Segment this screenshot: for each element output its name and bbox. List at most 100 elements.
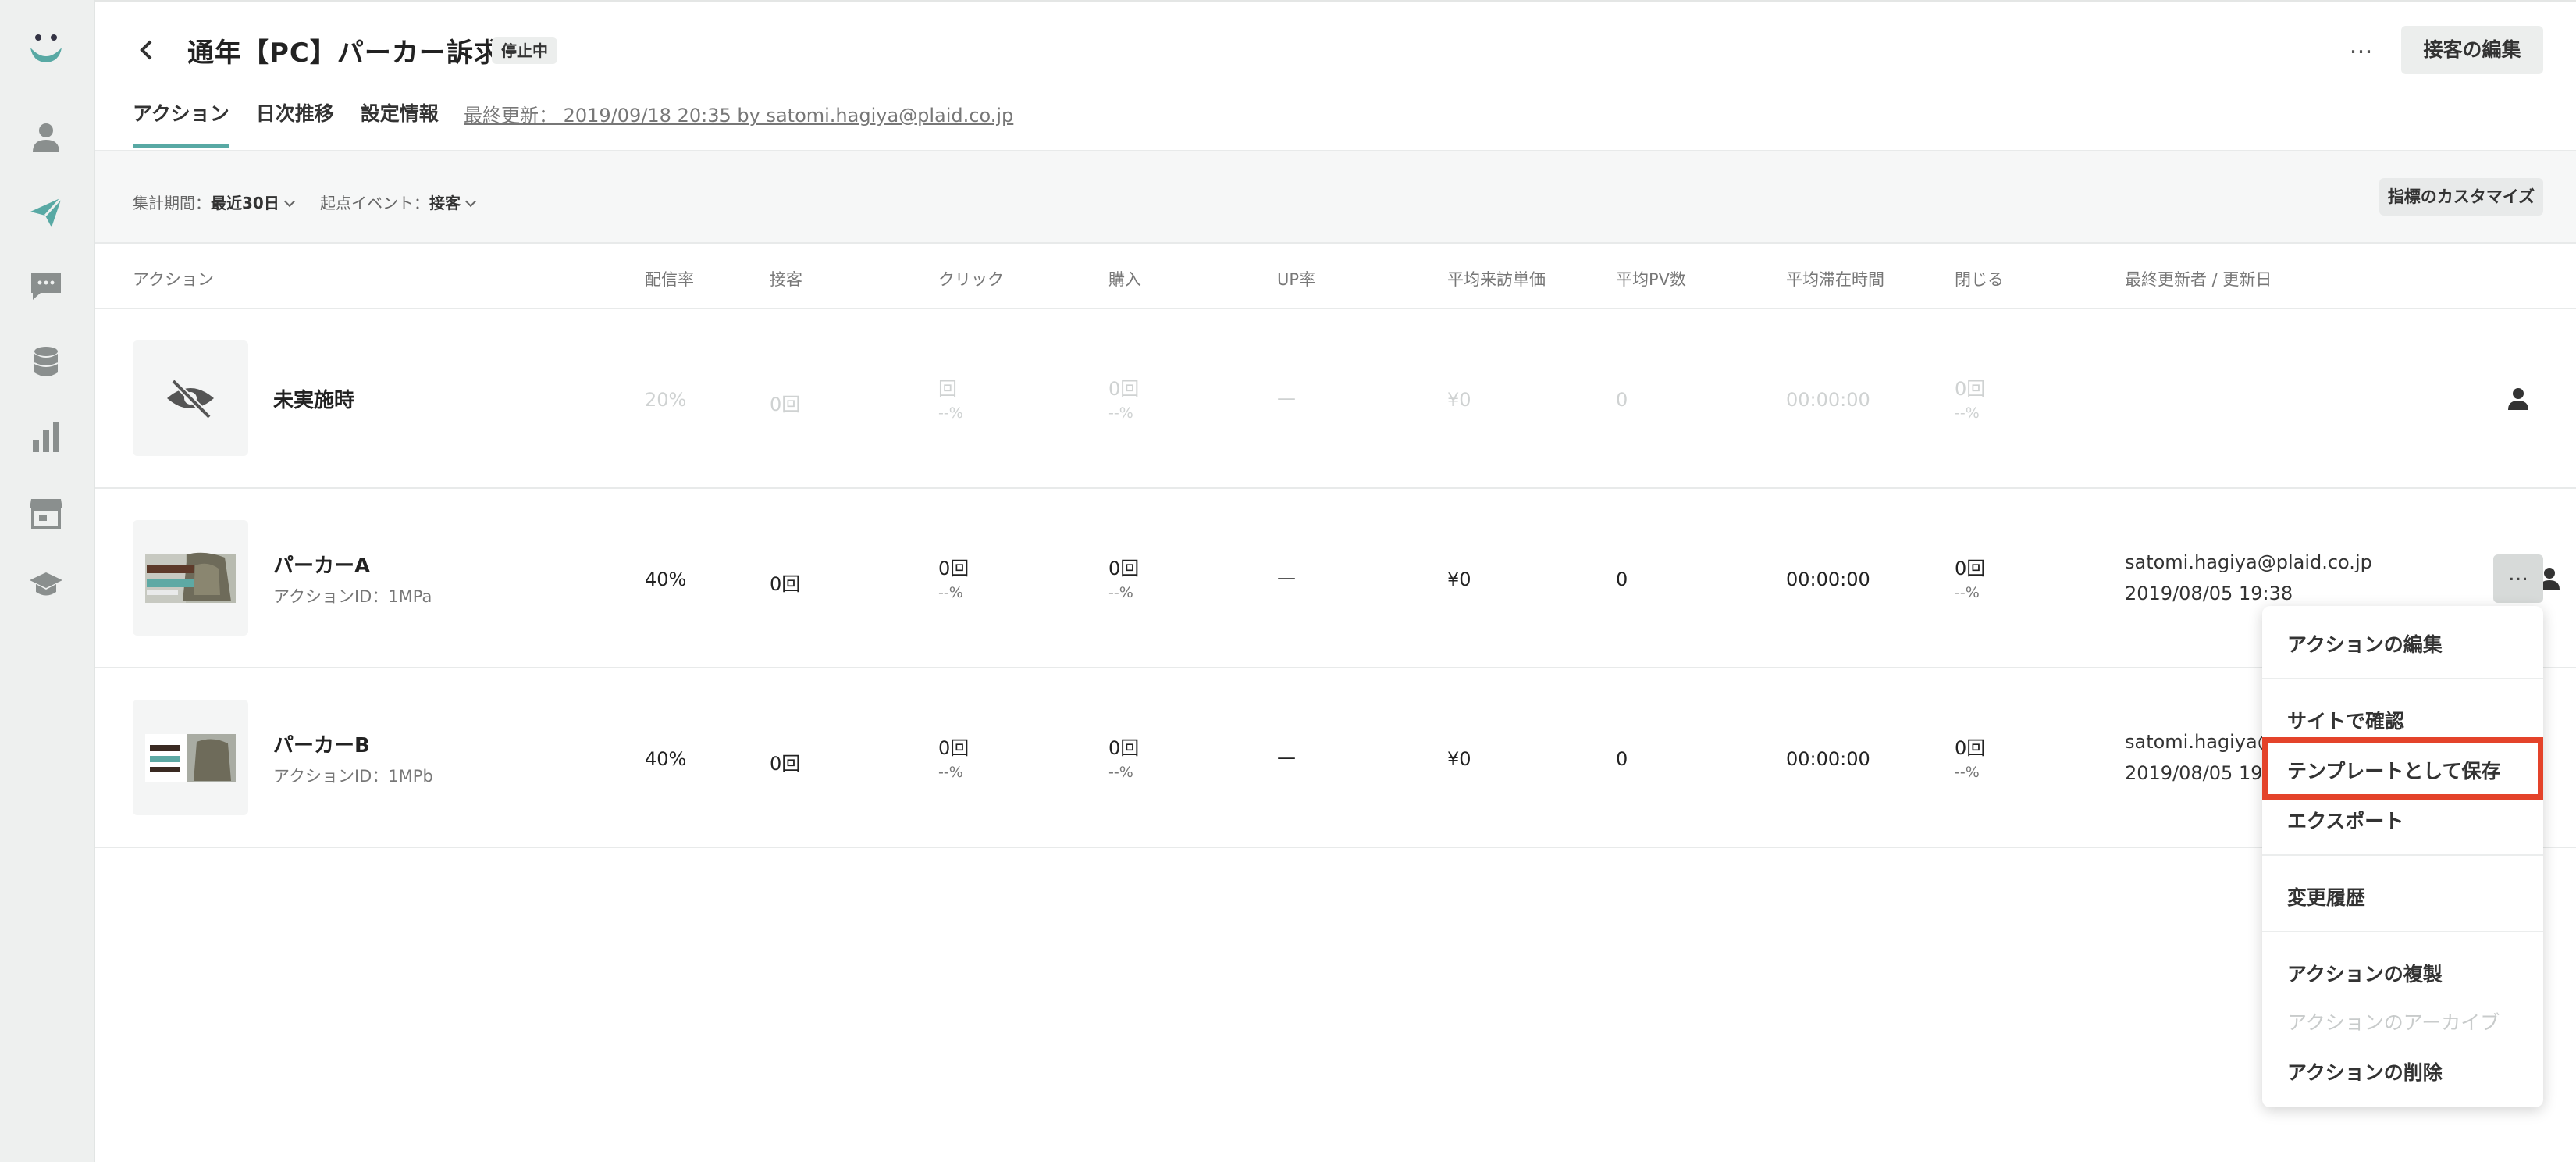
- close-rate: --%: [1955, 584, 1980, 601]
- avg-visit-value: ¥0: [1447, 389, 1471, 411]
- avg-stay: 00:00:00: [1786, 569, 1870, 590]
- action-id: アクションID：1MPb: [273, 767, 433, 786]
- table-row[interactable]: パーカーB アクションID：1MPb 40% 0回 0回 --% 0回 --% …: [95, 668, 2576, 848]
- up-rate: —: [1277, 747, 1296, 768]
- column-header: アクション: [133, 270, 214, 289]
- close-count: 0回: [1955, 378, 1986, 400]
- menu-divider: [2262, 678, 2543, 679]
- column-header: 購入: [1108, 270, 1141, 289]
- avg-stay: 00:00:00: [1786, 389, 1870, 411]
- period-filter-value: 最近30日: [211, 194, 279, 212]
- period-filter[interactable]: 集計期間：最近30日: [133, 191, 295, 213]
- serve-count: 0回: [770, 394, 801, 415]
- purchase-count: 0回: [1108, 558, 1140, 579]
- click-count: 0回: [938, 558, 970, 579]
- send-icon[interactable]: [26, 192, 66, 233]
- menu-divider: [2262, 854, 2543, 856]
- table-header: アクション 配信率 接客 クリック 購入 UP率 平均来訪単価 平均PV数 平均…: [95, 244, 2576, 309]
- avg-visit-value: ¥0: [1447, 748, 1471, 770]
- chart-icon[interactable]: [26, 417, 66, 458]
- up-rate: —: [1277, 387, 1296, 409]
- updated-date: 2019/08/05 19:38: [2125, 583, 2293, 604]
- avg-pv: 0: [1616, 389, 1628, 411]
- column-header: 接客: [770, 270, 802, 289]
- column-header: 平均滞在時間: [1786, 270, 1884, 289]
- updater-email: satomi.hagiya@plaid.co.jp: [2125, 551, 2372, 573]
- table-row[interactable]: 未実施時 20% 0回 回 --% 0回 --% — ¥0 0 00:00:00…: [95, 309, 2576, 489]
- menu-divider: [2262, 931, 2543, 932]
- menu-item-edit-action[interactable]: アクションの編集: [2287, 629, 2443, 658]
- menu-item-duplicate-action[interactable]: アクションの複製: [2287, 959, 2443, 987]
- chevron-down-icon: [464, 195, 477, 208]
- column-header: 平均PV数: [1616, 270, 1687, 289]
- action-name[interactable]: パーカーB: [273, 729, 370, 758]
- updated-date: 2019/08/05 19:3: [2125, 762, 2281, 784]
- highlight-box: [2262, 737, 2543, 800]
- page-title: 通年【PC】パーカー訴求: [187, 37, 501, 69]
- last-update-link[interactable]: 最終更新： 2019/09/18 20:35 by satomi.hagiya@…: [464, 100, 1013, 127]
- chevron-down-icon: [283, 195, 295, 208]
- column-header: 閉じる: [1955, 270, 2004, 289]
- click-count: 0回: [938, 737, 970, 759]
- column-header: UP率: [1277, 270, 1316, 289]
- logo-icon[interactable]: [26, 28, 66, 69]
- close-rate: --%: [1955, 405, 1980, 422]
- sidebar: [0, 0, 95, 1162]
- close-count: 0回: [1955, 558, 1986, 579]
- delivery-rate: 40%: [645, 748, 687, 770]
- menu-item-change-history[interactable]: 変更履歴: [2287, 882, 2365, 911]
- delivery-rate: 40%: [645, 569, 687, 590]
- edit-campaign-button[interactable]: 接客の編集: [2401, 26, 2543, 74]
- column-header: クリック: [938, 270, 1004, 289]
- back-arrow-icon[interactable]: [131, 34, 162, 66]
- tab-settings[interactable]: 設定情報: [361, 100, 439, 151]
- action-thumbnail: [133, 520, 248, 636]
- serve-count: 0回: [770, 573, 801, 595]
- graduation-cap-icon[interactable]: [26, 565, 66, 606]
- user-icon[interactable]: [26, 117, 66, 158]
- tab-bar: アクション 日次推移 設定情報: [133, 100, 465, 151]
- header-more-button[interactable]: …: [2342, 34, 2381, 66]
- avg-pv: 0: [1616, 569, 1628, 590]
- avg-pv: 0: [1616, 748, 1628, 770]
- customize-metrics-button[interactable]: 指標のカスタマイズ: [2379, 178, 2543, 216]
- store-icon[interactable]: [26, 492, 66, 533]
- top-border: [0, 0, 2576, 2]
- table-row[interactable]: パーカーA アクションID：1MPa 40% 0回 0回 --% 0回 --% …: [95, 489, 2576, 668]
- delivery-rate: 20%: [645, 389, 687, 411]
- database-icon[interactable]: [26, 342, 66, 383]
- purchase-count: 0回: [1108, 378, 1140, 400]
- avg-visit-value: ¥0: [1447, 569, 1471, 590]
- app-root: 通年【PC】パーカー訴求 停止中 … 接客の編集 アクション 日次推移 設定情報…: [0, 0, 2576, 1162]
- period-filter-label: 集計期間：: [133, 194, 211, 212]
- event-filter[interactable]: 起点イベント：接客: [320, 191, 477, 213]
- person-icon[interactable]: [2506, 386, 2531, 411]
- row-more-button[interactable]: …: [2493, 554, 2543, 603]
- up-rate: —: [1277, 567, 1296, 589]
- click-rate: --%: [938, 764, 963, 781]
- updater-email: satomi.hagiya@: [2125, 731, 2276, 753]
- tab-daily-trend[interactable]: 日次推移: [256, 100, 334, 151]
- column-header: 平均来訪単価: [1447, 270, 1546, 289]
- click-rate: --%: [938, 405, 963, 422]
- menu-item-view-on-site[interactable]: サイトで確認: [2287, 706, 2404, 734]
- tab-actions[interactable]: アクション: [133, 100, 229, 151]
- filter-bar: 集計期間：最近30日 起点イベント：接客 指標のカスタマイズ: [95, 150, 2576, 244]
- purchase-rate: --%: [1108, 405, 1133, 422]
- chat-icon[interactable]: [26, 266, 66, 306]
- hidden-eye-icon: [133, 340, 248, 456]
- action-thumbnail: [133, 700, 248, 815]
- close-count: 0回: [1955, 737, 1986, 759]
- close-rate: --%: [1955, 764, 1980, 781]
- column-header: 配信率: [645, 270, 694, 289]
- row-action-menu: アクションの編集 サイトで確認 テンプレートとして保存 エクスポート 変更履歴 …: [2262, 606, 2543, 1107]
- event-filter-label: 起点イベント：: [320, 194, 429, 212]
- menu-item-archive-action: アクションのアーカイブ: [2287, 1011, 2500, 1034]
- purchase-count: 0回: [1108, 737, 1140, 759]
- action-name[interactable]: パーカーA: [273, 550, 370, 579]
- action-name[interactable]: 未実施時: [273, 384, 354, 413]
- event-filter-value: 接客: [429, 194, 461, 212]
- menu-item-export[interactable]: エクスポート: [2287, 806, 2403, 834]
- avg-stay: 00:00:00: [1786, 748, 1870, 770]
- menu-item-delete-action[interactable]: アクションの削除: [2287, 1057, 2443, 1085]
